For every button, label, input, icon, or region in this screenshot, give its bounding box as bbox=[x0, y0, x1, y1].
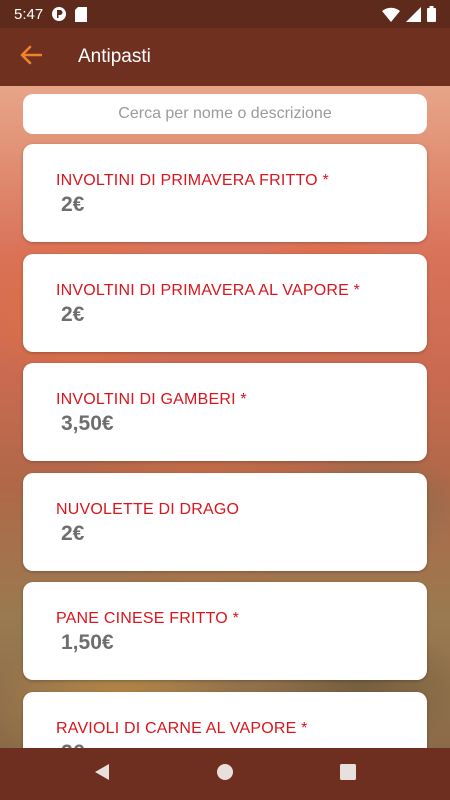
back-triangle-icon bbox=[94, 763, 110, 786]
menu-item-name: INVOLTINI DI GAMBERI * bbox=[56, 391, 247, 408]
menu-item-card[interactable]: INVOLTINI DI GAMBERI * 3,50€ bbox=[23, 363, 427, 461]
recents-square-icon bbox=[340, 763, 357, 785]
menu-item-price: 2€ bbox=[61, 741, 84, 748]
menu-item-price: 3,50€ bbox=[61, 412, 114, 435]
nav-recents-button[interactable] bbox=[328, 754, 368, 794]
menu-item-card[interactable]: PANE CINESE FRITTO * 1,50€ bbox=[23, 582, 427, 680]
menu-item-card[interactable]: INVOLTINI DI PRIMAVERA FRITTO * 2€ bbox=[23, 144, 427, 242]
menu-item-name: PANE CINESE FRITTO * bbox=[56, 610, 239, 627]
home-circle-icon bbox=[216, 763, 234, 786]
back-button[interactable] bbox=[0, 28, 62, 86]
arrow-left-icon bbox=[20, 45, 43, 70]
menu-item-price: 1,50€ bbox=[61, 631, 114, 654]
status-time: 5:47 bbox=[14, 5, 44, 23]
sd-card-icon bbox=[75, 6, 88, 22]
battery-icon bbox=[427, 6, 436, 22]
menu-item-name: RAVIOLI DI CARNE AL VAPORE * bbox=[56, 720, 308, 737]
nav-home-button[interactable] bbox=[205, 754, 245, 794]
menu-item-name: NUVOLETTE DI DRAGO bbox=[56, 501, 240, 518]
search-input[interactable]: Cerca per nome o descrizione bbox=[23, 94, 427, 134]
menu-item-card[interactable]: NUVOLETTE DI DRAGO 2€ bbox=[23, 473, 427, 571]
nav-back-button[interactable] bbox=[82, 754, 122, 794]
menu-item-price: 2€ bbox=[61, 193, 85, 216]
status-bar: 5:47 bbox=[0, 0, 450, 28]
notification-app-icon bbox=[51, 6, 67, 22]
menu-item-card[interactable]: INVOLTINI DI PRIMAVERA AL VAPORE * 2€ bbox=[23, 254, 427, 352]
menu-item-name: INVOLTINI DI PRIMAVERA FRITTO * bbox=[56, 172, 329, 189]
signal-icon bbox=[406, 6, 421, 22]
page-title: Antipasti bbox=[78, 46, 151, 67]
wifi-icon bbox=[382, 7, 400, 22]
menu-content[interactable]: Cerca per nome o descrizione INVOLTINI D… bbox=[0, 86, 450, 748]
menu-item-name: INVOLTINI DI PRIMAVERA AL VAPORE * bbox=[56, 282, 361, 299]
menu-item-card[interactable]: RAVIOLI DI CARNE AL VAPORE * 2€ bbox=[23, 692, 427, 748]
menu-item-price: 2€ bbox=[61, 522, 85, 545]
app-bar: Antipasti bbox=[0, 28, 450, 86]
menu-item-price: 2€ bbox=[61, 303, 85, 326]
system-nav-bar bbox=[0, 748, 450, 800]
